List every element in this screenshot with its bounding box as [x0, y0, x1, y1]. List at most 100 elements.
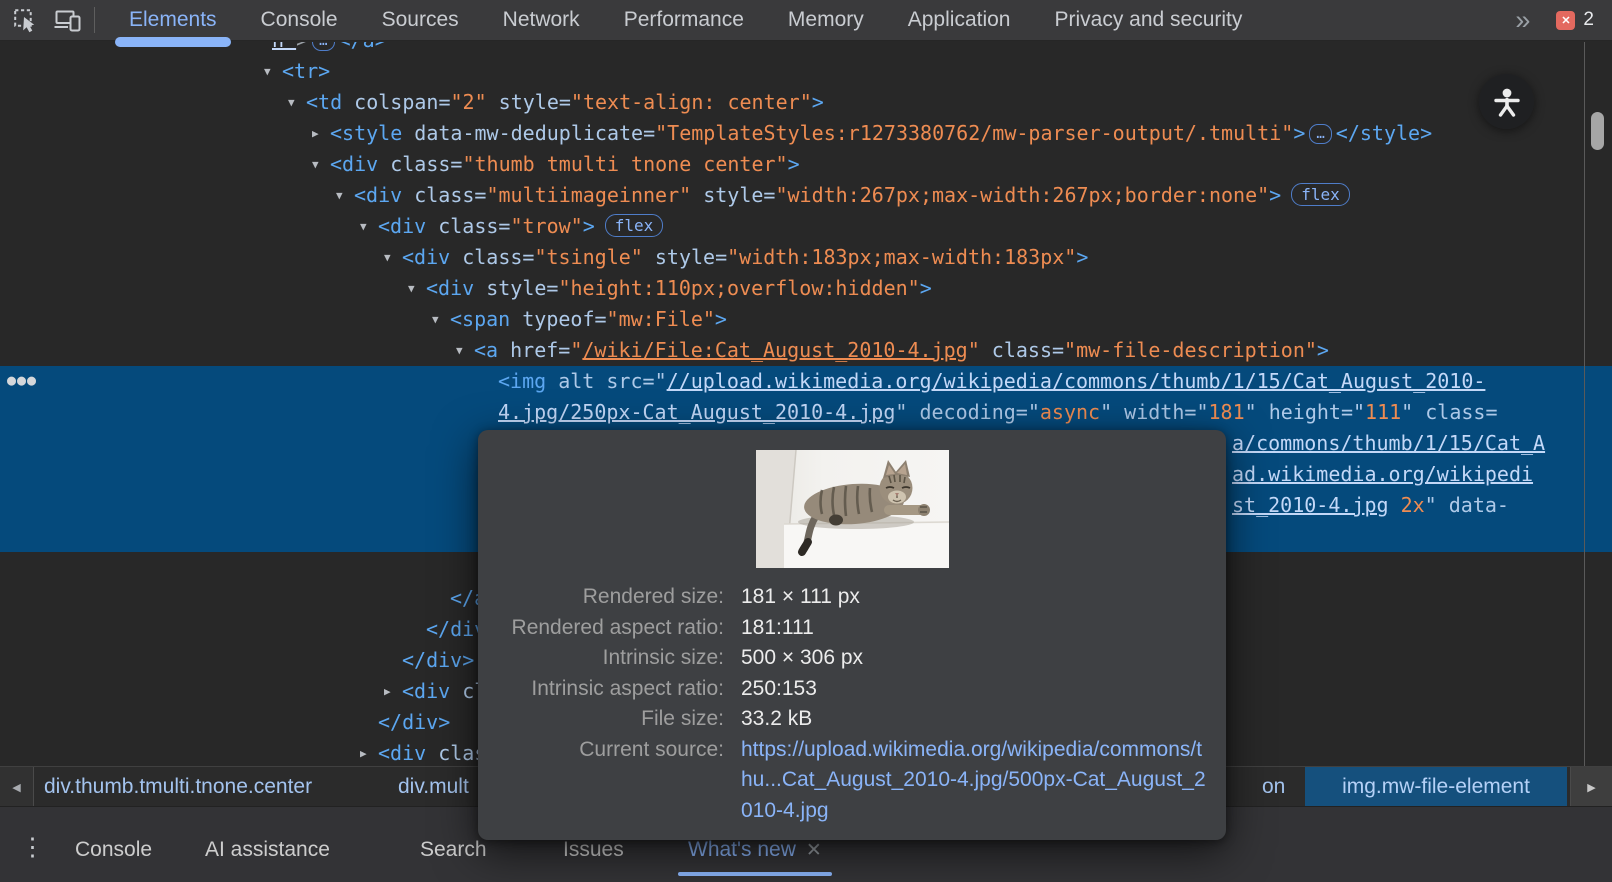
collapse-arrow-icon[interactable]: ▶ [312, 118, 319, 149]
tab-performance[interactable]: Performance [602, 0, 766, 41]
error-count: 2 [1583, 9, 1594, 31]
detail-label: File size: [478, 704, 741, 735]
detail-value: 181:111 [741, 613, 1226, 644]
expand-arrow-icon[interactable]: ▼ [312, 149, 319, 180]
expand-arrow-icon[interactable]: ▼ [360, 211, 367, 242]
code-segment: <a [474, 338, 498, 362]
expand-arrow-icon[interactable]: ▼ [408, 273, 415, 304]
dom-tree-row[interactable]: ▼<div class="multiimageinner" style="wid… [0, 180, 1612, 211]
drawer-tab-label: Search [420, 838, 487, 861]
drawer-tab-label: Issues [563, 838, 624, 861]
code-segment: src= [594, 369, 654, 393]
code-segment: > [812, 90, 824, 114]
code-segment: <div [402, 245, 450, 269]
dom-node-text: <div class="thumb tmulti tnone center"> [330, 149, 800, 180]
code-segment: 111 [1365, 400, 1401, 424]
dom-tree-row[interactable]: ▼ <div class="thumb tmulti tnone center"> [0, 149, 1612, 180]
dom-tree-row[interactable]: ▼<span typeof="mw:File"> [0, 304, 1612, 335]
expand-arrow-icon[interactable]: ▼ [336, 180, 343, 211]
expand-arrow-icon[interactable]: ▼ [288, 87, 295, 118]
code-segment: <div [402, 679, 450, 703]
expand-arrow-icon[interactable]: ▼ [432, 304, 439, 335]
code-segment: n" [272, 42, 296, 52]
flex-badge[interactable]: flex [1291, 183, 1350, 206]
toggle-device-toolbar-icon[interactable] [50, 3, 84, 37]
code-segment: > [296, 42, 308, 52]
cat-preview-image [756, 450, 949, 568]
flex-badge[interactable]: flex [605, 214, 664, 237]
devtools-toolbar: ElementsConsoleSourcesNetworkPerformance… [0, 0, 1612, 41]
dom-node-text: <div style="height:110px;overflow:hidden… [426, 273, 932, 304]
code-segment: colspan= [342, 90, 450, 114]
breadcrumb-item-div-thumb-tmulti-tnone-center[interactable]: div.thumb.tmulti.tnone.center [44, 767, 312, 806]
code-segment: /wiki/File:Cat_August_2010-4.jpg [582, 338, 967, 362]
gutter-dots-icon[interactable]: ●●● [7, 366, 37, 395]
code-segment: <td [306, 90, 342, 114]
detail-value: 33.2 kB [741, 704, 1226, 735]
code-segment: style= [487, 90, 571, 114]
tab-console[interactable]: Console [239, 0, 360, 41]
dom-tree-row[interactable]: ▼<a href="/wiki/File:Cat_August_2010-4.j… [0, 335, 1612, 366]
ellipsis-badge[interactable]: … [1309, 124, 1331, 144]
detail-label: Intrinsic size: [478, 643, 741, 674]
scrollbar-track [1584, 42, 1585, 768]
breadcrumb-item-div-mult[interactable]: div.mult [398, 767, 469, 806]
breadcrumb-scroll-left-icon[interactable]: ◀ [0, 767, 34, 807]
code-segment: decoding= [907, 400, 1027, 424]
image-preview-tooltip: Rendered size:181 × 111 pxRendered aspec… [478, 430, 1226, 840]
code-segment: <div [378, 214, 426, 238]
inspect-element-icon[interactable] [8, 3, 42, 37]
ellipsis-badge[interactable]: … [312, 42, 334, 51]
detail-value: 250:153 [741, 674, 1226, 705]
dom-tree-row[interactable]: ▼ <div class="tsingle" style="width:183px… [0, 242, 1612, 273]
code-segment: "text-align: center" [571, 90, 812, 114]
code-segment: style= [643, 245, 727, 269]
code-segment: "trow" [510, 214, 582, 238]
breadcrumb-item-on[interactable]: on [1262, 767, 1285, 806]
tab-elements[interactable]: Elements [107, 0, 239, 41]
dom-tree-row[interactable]: ▶<style data-mw-deduplicate="TemplateSty… [0, 118, 1612, 149]
collapse-arrow-icon[interactable]: ▶ [360, 738, 367, 768]
tab-network[interactable]: Network [481, 0, 602, 41]
code-segment: async [1040, 400, 1100, 424]
code-segment: " [1245, 400, 1257, 424]
detail-label: Rendered aspect ratio: [478, 613, 741, 644]
close-icon[interactable]: ✕ [806, 840, 822, 861]
tab-sources[interactable]: Sources [360, 0, 481, 41]
more-tabs-icon[interactable]: » [1515, 7, 1530, 34]
dom-tree-row[interactable]: n">…</a> [0, 42, 1612, 56]
code-segment: "mw:File" [607, 307, 715, 331]
tab-privacy-and-security[interactable]: Privacy and security [1032, 0, 1264, 41]
code-segment: class= [1413, 400, 1497, 424]
dom-tree-row[interactable]: ●●●<img alt src="//upload.wikimedia.org/… [0, 366, 1612, 397]
error-badge-icon[interactable]: ✕ [1556, 11, 1575, 30]
code-segment: "width:183px;max-width:183px" [727, 245, 1076, 269]
code-segment: class= [980, 338, 1064, 362]
dom-tree-row[interactable]: ▼ <div style="height:110px;overflow:hidde… [0, 273, 1612, 304]
accessibility-person-icon[interactable] [1479, 74, 1534, 129]
expand-arrow-icon[interactable]: ▼ [456, 335, 463, 366]
code-segment: <img [498, 369, 546, 393]
dom-tree-row[interactable]: ▼<div class="trow">flex [0, 211, 1612, 242]
code-segment: > [1076, 245, 1088, 269]
drawer-tab-ai-assistance[interactable]: AI assistance [205, 830, 330, 870]
kebab-menu-icon[interactable]: ⋮ [20, 835, 45, 860]
dom-node-text: <div class="tsingle" style="width:183px;… [402, 242, 1088, 273]
dom-node-text: a/commons/thumb/1/15/Cat_A [1232, 428, 1545, 459]
expand-arrow-icon[interactable]: ▼ [384, 242, 391, 273]
dom-tree-row[interactable]: ▼<tr> [0, 56, 1612, 87]
breadcrumb-scroll-right-icon[interactable]: ▶ [1570, 767, 1612, 807]
breadcrumb-item-img-mw-file-element[interactable]: img.mw-file-element [1305, 767, 1567, 807]
active-drawer-tab-underline [678, 872, 832, 876]
expand-arrow-icon[interactable]: ▼ [264, 56, 271, 87]
collapse-arrow-icon[interactable]: ▶ [384, 676, 391, 707]
dom-tree-row[interactable]: 4.jpg/250px-Cat_August_2010-4.jpg " decod… [0, 397, 1612, 428]
drawer-tab-console[interactable]: Console [75, 830, 152, 870]
tab-memory[interactable]: Memory [766, 0, 886, 41]
code-segment: 4.jpg/250px-Cat_August_2010-4.jpg [498, 400, 895, 424]
dom-tree-row[interactable]: ▼<td colspan="2" style="text-align: cent… [0, 87, 1612, 118]
tab-application[interactable]: Application [886, 0, 1033, 41]
scrollbar-thumb[interactable] [1591, 112, 1604, 150]
code-segment: > [1269, 183, 1281, 207]
drawer-tab-search[interactable]: Search [420, 830, 487, 870]
